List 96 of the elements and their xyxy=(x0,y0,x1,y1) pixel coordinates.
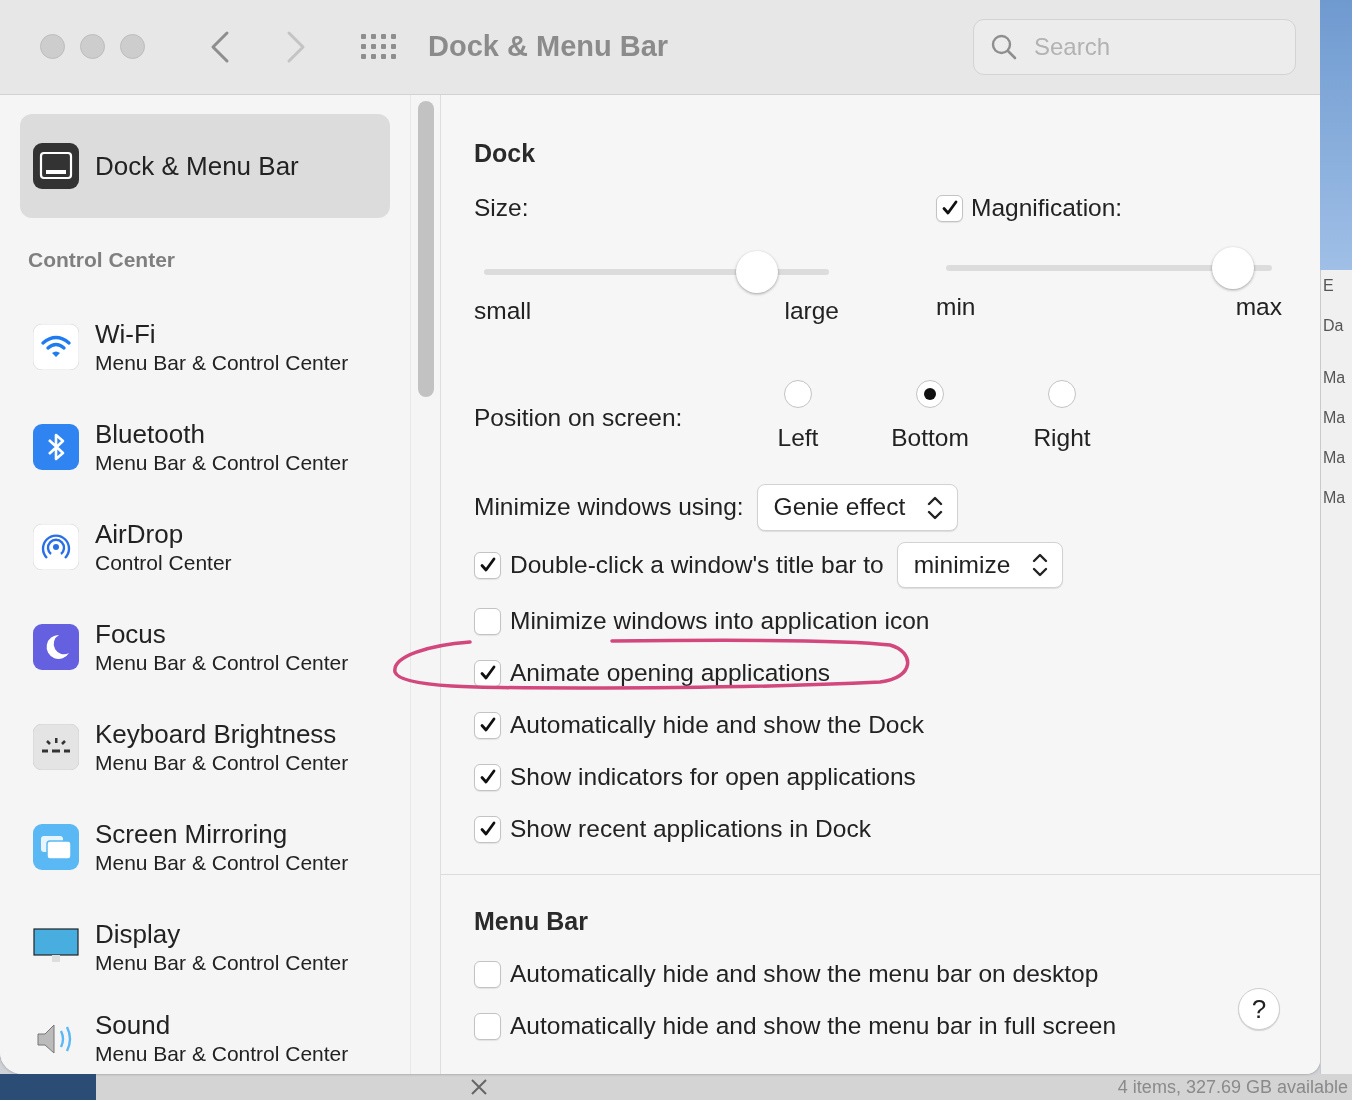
keyboard-brightness-icon xyxy=(33,724,79,770)
up-down-chevron-icon xyxy=(1032,552,1049,578)
concentric-rings-icon xyxy=(33,524,79,570)
bluetooth-icon xyxy=(33,424,79,470)
checkbox[interactable] xyxy=(474,711,501,739)
column-text-fragment: Ma xyxy=(1322,408,1347,428)
popup-button[interactable]: minimize xyxy=(896,541,1064,589)
checkmark-icon xyxy=(478,556,497,574)
checkbox[interactable] xyxy=(474,551,501,579)
checkbox[interactable] xyxy=(474,815,501,843)
sidebar-item[interactable]: Wi-Fi Menu Bar & Control Center xyxy=(20,297,390,397)
slider-min-label: min xyxy=(936,291,976,322)
sidebar-item[interactable]: Keyboard Brightness Menu Bar & Control Center xyxy=(20,697,390,797)
sidebar-item-subtitle: Menu Bar & Control Center xyxy=(95,1040,349,1067)
search-icon xyxy=(991,33,1017,60)
section-heading: Menu Bar xyxy=(474,905,589,937)
wifi-icon xyxy=(33,324,79,370)
radio-button[interactable] xyxy=(916,379,944,408)
sidebar-item-subtitle: Menu Bar & Control Center xyxy=(95,349,349,376)
sidebar-item[interactable]: Sound Menu Bar & Control Center xyxy=(20,997,390,1074)
sidebar-item-subtitle: Menu Bar & Control Center xyxy=(95,449,349,476)
checkmark-icon xyxy=(478,664,497,682)
size-slider[interactable] xyxy=(484,250,829,293)
column-text-fragment: Ma xyxy=(1322,488,1347,508)
up-down-chevron-icon xyxy=(927,494,944,521)
sidebar-item-title: Screen Mirroring xyxy=(95,818,289,849)
slider-max-label: max xyxy=(1235,291,1282,322)
sidebar-item-title: Wi-Fi xyxy=(95,318,157,349)
checkbox[interactable] xyxy=(474,763,501,791)
checkmark-icon xyxy=(478,768,497,786)
dock-window-icon xyxy=(33,142,79,189)
slider-min-label: small xyxy=(474,295,532,326)
checkbox[interactable] xyxy=(474,607,501,635)
scrollbar-thumb[interactable] xyxy=(418,100,434,397)
radio-label: Bottom xyxy=(891,422,969,453)
magnification-slider[interactable] xyxy=(946,246,1272,289)
checkbox-label: Minimize windows into application icon xyxy=(510,605,930,636)
checkmark-icon xyxy=(478,820,497,838)
overlapping-windows-icon xyxy=(33,824,79,870)
checkbox[interactable] xyxy=(936,194,963,222)
checkbox[interactable] xyxy=(474,1012,501,1040)
status-text: 4 items, 327.69 GB available xyxy=(1117,1076,1349,1099)
column-text-fragment: Ma xyxy=(1322,368,1347,388)
radio-label: Left xyxy=(777,422,819,453)
search-field[interactable]: Search xyxy=(973,18,1296,75)
column-text-fragment: Da xyxy=(1322,316,1345,336)
window-control-button[interactable] xyxy=(120,34,145,60)
checkbox[interactable] xyxy=(474,960,501,988)
sidebar-item-subtitle: Menu Bar & Control Center xyxy=(95,849,349,876)
window-title: Dock & Menu Bar xyxy=(428,29,669,64)
slider-thumb[interactable] xyxy=(1211,246,1254,289)
sidebar-item-subtitle: Menu Bar & Control Center xyxy=(95,649,349,676)
checkbox-label: Double-click a window's title bar to xyxy=(510,549,884,580)
sidebar-item-title: Bluetooth xyxy=(95,418,206,449)
checkbox-label: Automatically hide and show the Dock xyxy=(510,709,924,740)
sidebar-item[interactable]: Bluetooth Menu Bar & Control Center xyxy=(20,397,390,497)
field-label: Position on screen: xyxy=(474,402,684,433)
sidebar-item-title: Sound xyxy=(95,1009,172,1040)
column-text-fragment: E xyxy=(1322,276,1335,296)
radio-label: Right xyxy=(1033,422,1091,453)
sidebar-item[interactable]: Focus Menu Bar & Control Center xyxy=(20,597,390,697)
moon-icon xyxy=(33,624,79,670)
slider-label: Size: xyxy=(474,193,530,223)
window-control-button[interactable] xyxy=(40,34,65,60)
checkbox[interactable] xyxy=(474,659,501,687)
sidebar-item-title: Focus xyxy=(95,618,167,649)
section-heading: Control Center xyxy=(27,246,176,273)
checkbox-label: Show recent applications in Dock xyxy=(510,813,871,844)
sidebar-item-subtitle: Menu Bar & Control Center xyxy=(95,949,349,976)
slider-max-label: large xyxy=(784,295,839,326)
sidebar-item-title: Display xyxy=(95,918,182,949)
slider-thumb[interactable] xyxy=(735,250,778,293)
window-control-button[interactable] xyxy=(80,34,105,60)
popup-button[interactable]: Genie effect xyxy=(756,484,959,531)
sidebar-item[interactable]: Dock & Menu Bar xyxy=(20,113,390,218)
field-label: Minimize windows using: xyxy=(474,492,744,523)
checkbox-label: Automatically hide and show the menu bar on desktop xyxy=(510,958,1099,989)
grid-icon[interactable] xyxy=(361,34,396,60)
checkbox-label: Magnification: xyxy=(971,193,1123,223)
checkmark-icon xyxy=(478,716,497,734)
section-heading: Dock xyxy=(474,137,537,169)
sidebar-item[interactable]: Display Menu Bar & Control Center xyxy=(20,897,390,997)
checkbox-label: Show indicators for open applications xyxy=(510,761,916,792)
radio-button[interactable] xyxy=(784,379,812,408)
sidebar-item-title: AirDrop xyxy=(95,518,185,549)
help-button[interactable]: ? xyxy=(1238,988,1280,1030)
sidebar-item[interactable]: Screen Mirroring Menu Bar & Control Center xyxy=(20,797,390,897)
radio-button[interactable] xyxy=(1048,379,1076,408)
sidebar-item-subtitle: Control Center xyxy=(95,549,232,576)
sidebar-item-title: Keyboard Brightness xyxy=(95,718,338,749)
column-text-fragment: Ma xyxy=(1322,448,1347,468)
sidebar-item-subtitle: Menu Bar & Control Center xyxy=(95,749,349,776)
cross-tool-icon xyxy=(470,1078,488,1096)
sidebar-item[interactable]: AirDrop Control Center xyxy=(20,497,390,597)
checkbox-label: Automatically hide and show the menu bar in full screen xyxy=(510,1010,1117,1041)
checkbox-label: Animate opening applications xyxy=(510,657,831,688)
